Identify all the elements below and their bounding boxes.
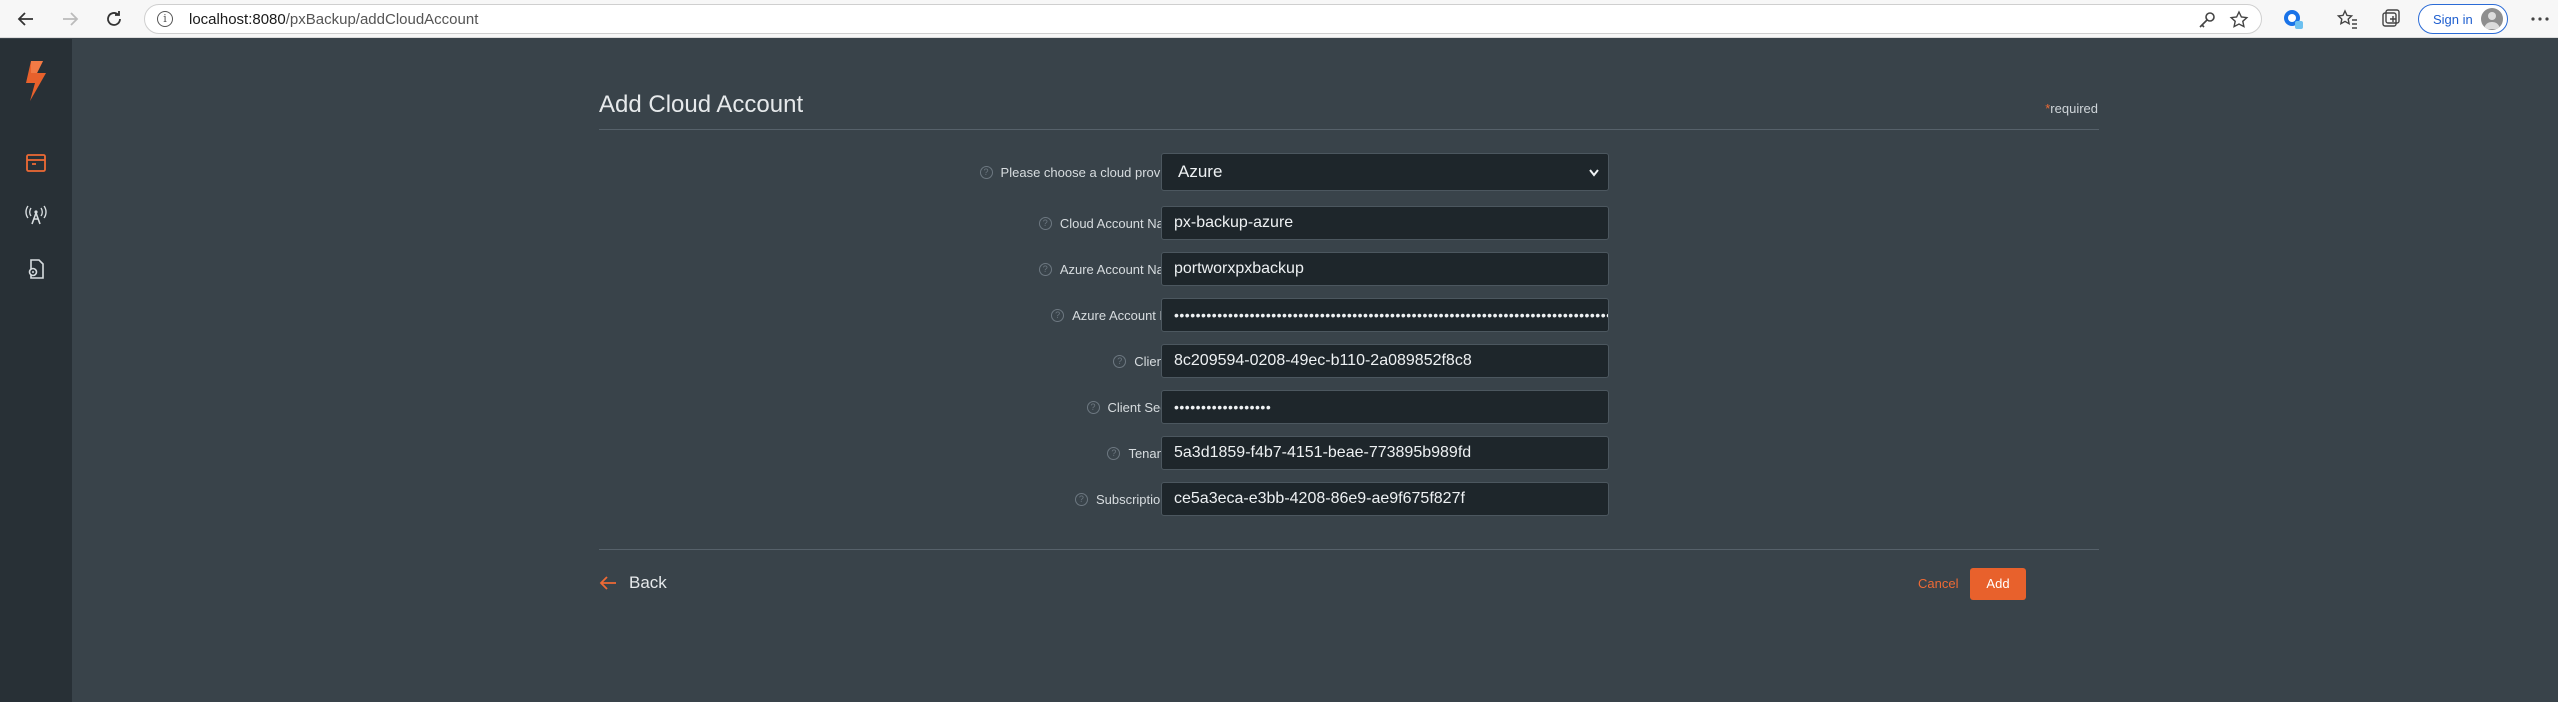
cloud-account-name-input[interactable]: px-backup-azure: [1161, 206, 1609, 240]
form-row-tenant-id: ? Tenant Id* 5a3d1859-f4b7-4151-beae-773…: [599, 436, 1609, 472]
settings-doc-icon[interactable]: [24, 257, 48, 281]
page-title: Add Cloud Account: [599, 91, 804, 118]
help-icon[interactable]: ?: [1107, 447, 1121, 460]
sign-in-button[interactable]: Sign in: [2418, 4, 2508, 34]
arrow-left-icon: [599, 576, 616, 590]
backup-icon[interactable]: [24, 151, 48, 175]
collections-icon[interactable]: [2380, 8, 2402, 30]
chevron-down-icon: [1589, 169, 1599, 177]
form-row-azure-account-key: ? Azure Account Key* •••••••••••••••••••…: [599, 298, 1609, 334]
portworx-logo-icon[interactable]: [22, 59, 50, 103]
cancel-button[interactable]: Cancel: [1918, 576, 1958, 591]
form-row-azure-account-name: ? Azure Account Name* portworxpxbackup: [599, 252, 1609, 288]
more-options-icon[interactable]: [2530, 12, 2550, 26]
refresh-icon[interactable]: [100, 5, 128, 33]
key-icon[interactable]: [2197, 10, 2217, 30]
client-secret-input[interactable]: ••••••••••••••••••: [1161, 390, 1609, 424]
favorites-icon[interactable]: [2336, 8, 2358, 30]
form-row-client-id: ? Client Id* 8c209594-0208-49ec-b110-2a0…: [599, 344, 1609, 380]
app-sidebar: [0, 39, 72, 702]
forward-arrow-icon[interactable]: [56, 5, 84, 33]
cloud-provider-label: ? Please choose a cloud provider*: [979, 165, 1191, 180]
azure-account-key-input[interactable]: ••••••••••••••••••••••••••••••••••••••••…: [1161, 298, 1609, 332]
cloud-provider-select[interactable]: Azure: [1161, 153, 1609, 191]
back-link[interactable]: Back: [599, 573, 667, 593]
address-bar[interactable]: i localhost:8080/pxBackup/addCloudAccoun…: [144, 4, 2262, 34]
add-button[interactable]: Add: [1970, 568, 2026, 600]
main-content: Add Cloud Account *required ? Please cho…: [72, 39, 2558, 702]
profile-avatar-icon: [2481, 8, 2503, 30]
client-id-input[interactable]: 8c209594-0208-49ec-b110-2a089852f8c8: [1161, 344, 1609, 378]
title-divider: [599, 129, 2099, 130]
help-icon[interactable]: ?: [1038, 263, 1052, 276]
form-row-client-secret: ? Client Secret* ••••••••••••••••••: [599, 390, 1609, 426]
help-icon[interactable]: ?: [1074, 493, 1088, 506]
back-arrow-icon[interactable]: [12, 5, 40, 33]
subscription-id-input[interactable]: ce5a3eca-e3bb-4208-86e9-ae9f675f827f: [1161, 482, 1609, 516]
cloud-antenna-icon[interactable]: [24, 203, 48, 227]
help-icon[interactable]: ?: [1086, 401, 1100, 414]
help-icon[interactable]: ?: [1051, 309, 1065, 322]
tenant-id-input[interactable]: 5a3d1859-f4b7-4151-beae-773895b989fd: [1161, 436, 1609, 470]
help-icon[interactable]: ?: [1038, 217, 1052, 230]
form-row-subscription-id: ? Subscription Id* ce5a3eca-e3bb-4208-86…: [599, 482, 1609, 518]
azure-account-name-input[interactable]: portworxpxbackup: [1161, 252, 1609, 286]
extension-icon[interactable]: [2282, 8, 2304, 30]
required-note: *required: [2045, 101, 2098, 116]
help-icon[interactable]: ?: [979, 166, 993, 179]
browser-toolbar: i localhost:8080/pxBackup/addCloudAccoun…: [0, 0, 2558, 38]
favorite-add-icon[interactable]: [2229, 10, 2249, 30]
form-row-cloud-provider: ? Please choose a cloud provider* Azure: [599, 153, 1609, 191]
url-text: localhost:8080/pxBackup/addCloudAccount: [189, 11, 479, 28]
form-row-cloud-account-name: ? Cloud Account Name* px-backup-azure: [599, 206, 1609, 242]
footer-divider: [599, 549, 2099, 550]
help-icon[interactable]: ?: [1113, 355, 1127, 368]
site-info-icon[interactable]: i: [157, 11, 173, 27]
